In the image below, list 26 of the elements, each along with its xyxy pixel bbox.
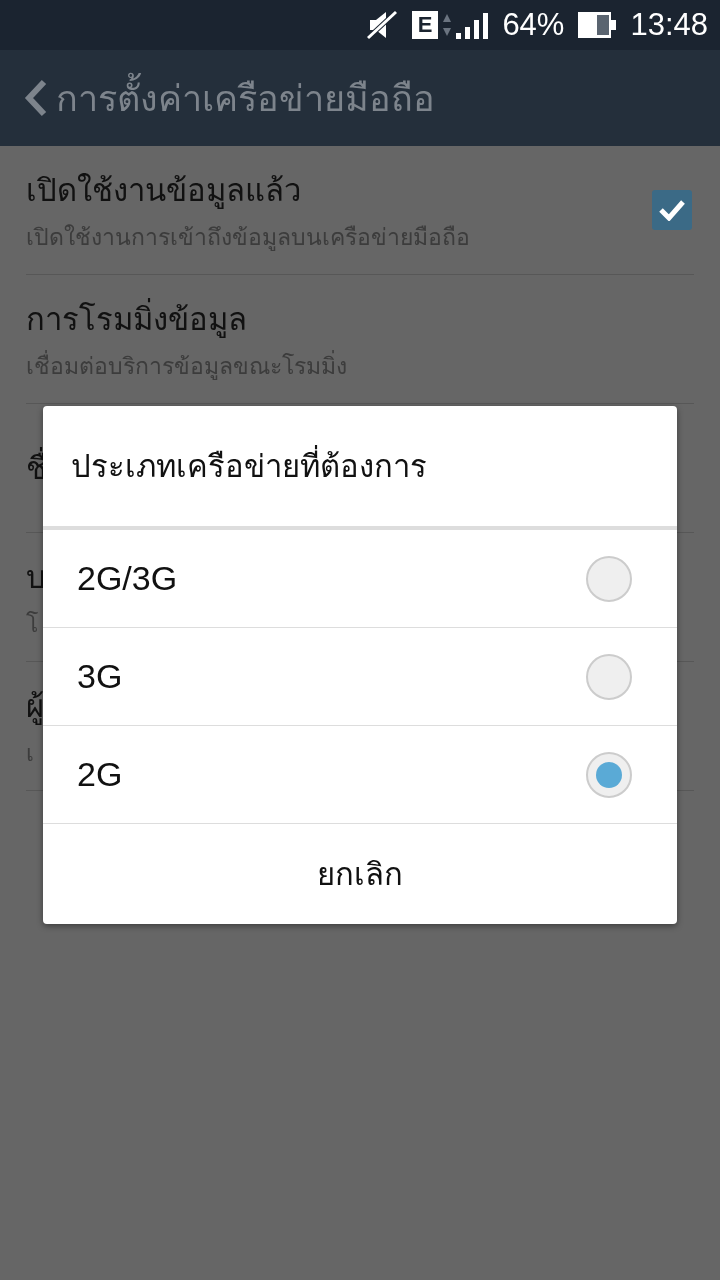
radio-button[interactable] [586, 555, 632, 602]
checkbox[interactable] [652, 190, 692, 230]
network-option[interactable]: 2G/3G [43, 530, 677, 628]
screen-title: การตั้งค่าเครือข่ายมือถือ [56, 69, 435, 127]
network-option[interactable]: 3G [43, 628, 677, 726]
network-option[interactable]: 2G [43, 726, 677, 824]
back-icon[interactable] [24, 79, 48, 117]
battery-percent: 64% [502, 7, 565, 43]
battery-icon [578, 12, 617, 38]
setting-title: ผู้ [26, 687, 44, 727]
mute-icon [365, 10, 398, 40]
cancel-button[interactable]: ยกเลิก [43, 824, 677, 924]
option-label: 2G/3G [77, 559, 178, 598]
option-label: 3G [77, 657, 123, 696]
checkmark-icon [658, 199, 686, 221]
option-label: 2G [77, 755, 123, 794]
setting-title: เปิดใช้งานข้อมูลแล้ว [26, 171, 301, 211]
signal-icon [456, 11, 489, 39]
setting-title: การโรมมิ่งข้อมูล [26, 294, 247, 344]
radio-button[interactable] [586, 751, 632, 798]
dialog-title: ประเภทเครือข่ายที่ต้องการ [43, 406, 677, 530]
radio-button[interactable] [586, 653, 632, 700]
data-activity-icon [442, 12, 453, 38]
setting-title: บ [26, 558, 46, 597]
network-type-badge: E [411, 11, 439, 39]
clock: 13:48 [630, 7, 708, 43]
